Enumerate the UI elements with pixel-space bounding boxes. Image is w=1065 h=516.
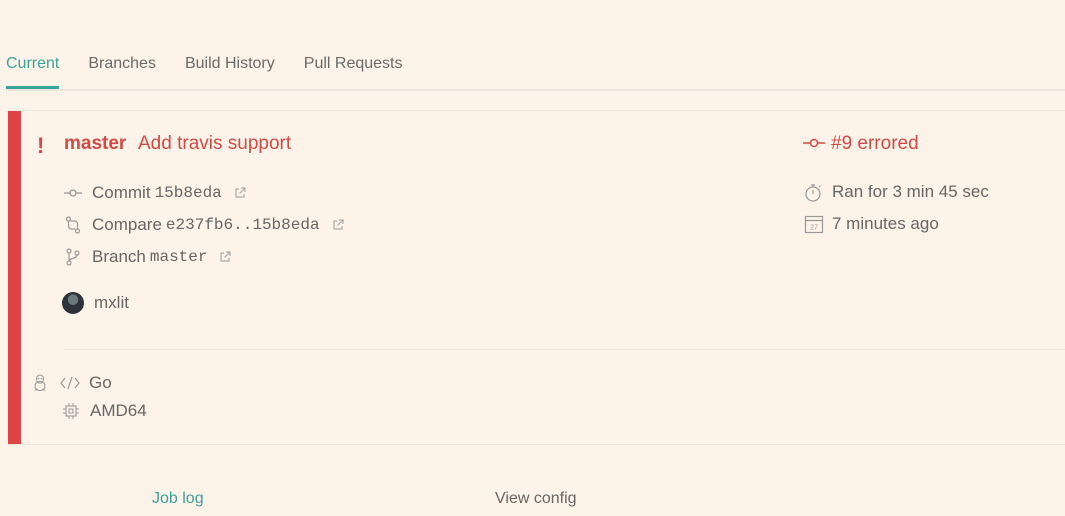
error-status-stripe bbox=[8, 111, 21, 444]
build-tabs: Current Branches Build History Pull Requ… bbox=[6, 52, 1065, 91]
language-text: Go bbox=[89, 373, 112, 392]
build-status[interactable]: #9 errored bbox=[803, 133, 919, 155]
code-icon bbox=[60, 376, 80, 390]
tab-branches[interactable]: Branches bbox=[88, 52, 156, 86]
stopwatch-icon bbox=[803, 181, 825, 203]
language-row: Go bbox=[32, 373, 112, 393]
branch-value-link[interactable]: master bbox=[150, 248, 208, 266]
calendar-icon: 27 bbox=[803, 213, 825, 235]
duration-row: Ran for 3 min 45 sec bbox=[803, 181, 989, 203]
build-branch-name[interactable]: master bbox=[64, 133, 126, 155]
duration-text: Ran for 3 min 45 sec bbox=[832, 182, 989, 201]
compare-range-link[interactable]: e237fb6..15b8eda bbox=[166, 216, 320, 234]
branch-label: Branch bbox=[92, 247, 146, 266]
arch-text: AMD64 bbox=[90, 401, 147, 420]
tab-current[interactable]: Current bbox=[6, 52, 60, 89]
build-status-text: #9 errored bbox=[831, 133, 919, 154]
commit-label: Commit bbox=[92, 183, 151, 202]
compare-icon bbox=[64, 216, 82, 234]
finished-text: 7 minutes ago bbox=[832, 214, 939, 233]
cpu-icon bbox=[62, 402, 80, 420]
author-row: mxlit bbox=[62, 292, 129, 314]
author-name[interactable]: mxlit bbox=[94, 293, 129, 313]
tab-pull-requests[interactable]: Pull Requests bbox=[304, 52, 403, 86]
avatar[interactable] bbox=[62, 292, 84, 314]
branch-icon bbox=[64, 248, 82, 266]
commit-message: Add travis support bbox=[138, 133, 292, 154]
linux-icon bbox=[32, 374, 48, 392]
commit-icon bbox=[64, 184, 82, 202]
external-link-icon[interactable] bbox=[234, 187, 246, 199]
card-divider bbox=[64, 349, 1065, 350]
external-link-icon[interactable] bbox=[219, 251, 232, 263]
commit-sha-link[interactable]: 15b8eda bbox=[155, 184, 222, 202]
finished-row: 27 7 minutes ago bbox=[803, 213, 939, 235]
svg-text:27: 27 bbox=[810, 225, 818, 232]
commit-status-icon bbox=[803, 133, 825, 155]
arch-row: AMD64 bbox=[62, 401, 147, 421]
tab-build-history[interactable]: Build History bbox=[185, 52, 275, 86]
view-config-tab[interactable]: View config bbox=[495, 490, 577, 508]
job-log-tab[interactable]: Job log bbox=[152, 490, 204, 508]
commit-row: Commit 15b8eda bbox=[64, 183, 246, 203]
build-card: ! master Add travis support #9 errored C… bbox=[8, 110, 1065, 445]
external-link-icon[interactable] bbox=[332, 219, 344, 231]
branch-row: Branch master bbox=[64, 247, 232, 267]
error-icon: ! bbox=[37, 133, 45, 158]
compare-row: Compare e237fb6..15b8eda bbox=[64, 215, 344, 235]
compare-label: Compare bbox=[92, 215, 162, 234]
